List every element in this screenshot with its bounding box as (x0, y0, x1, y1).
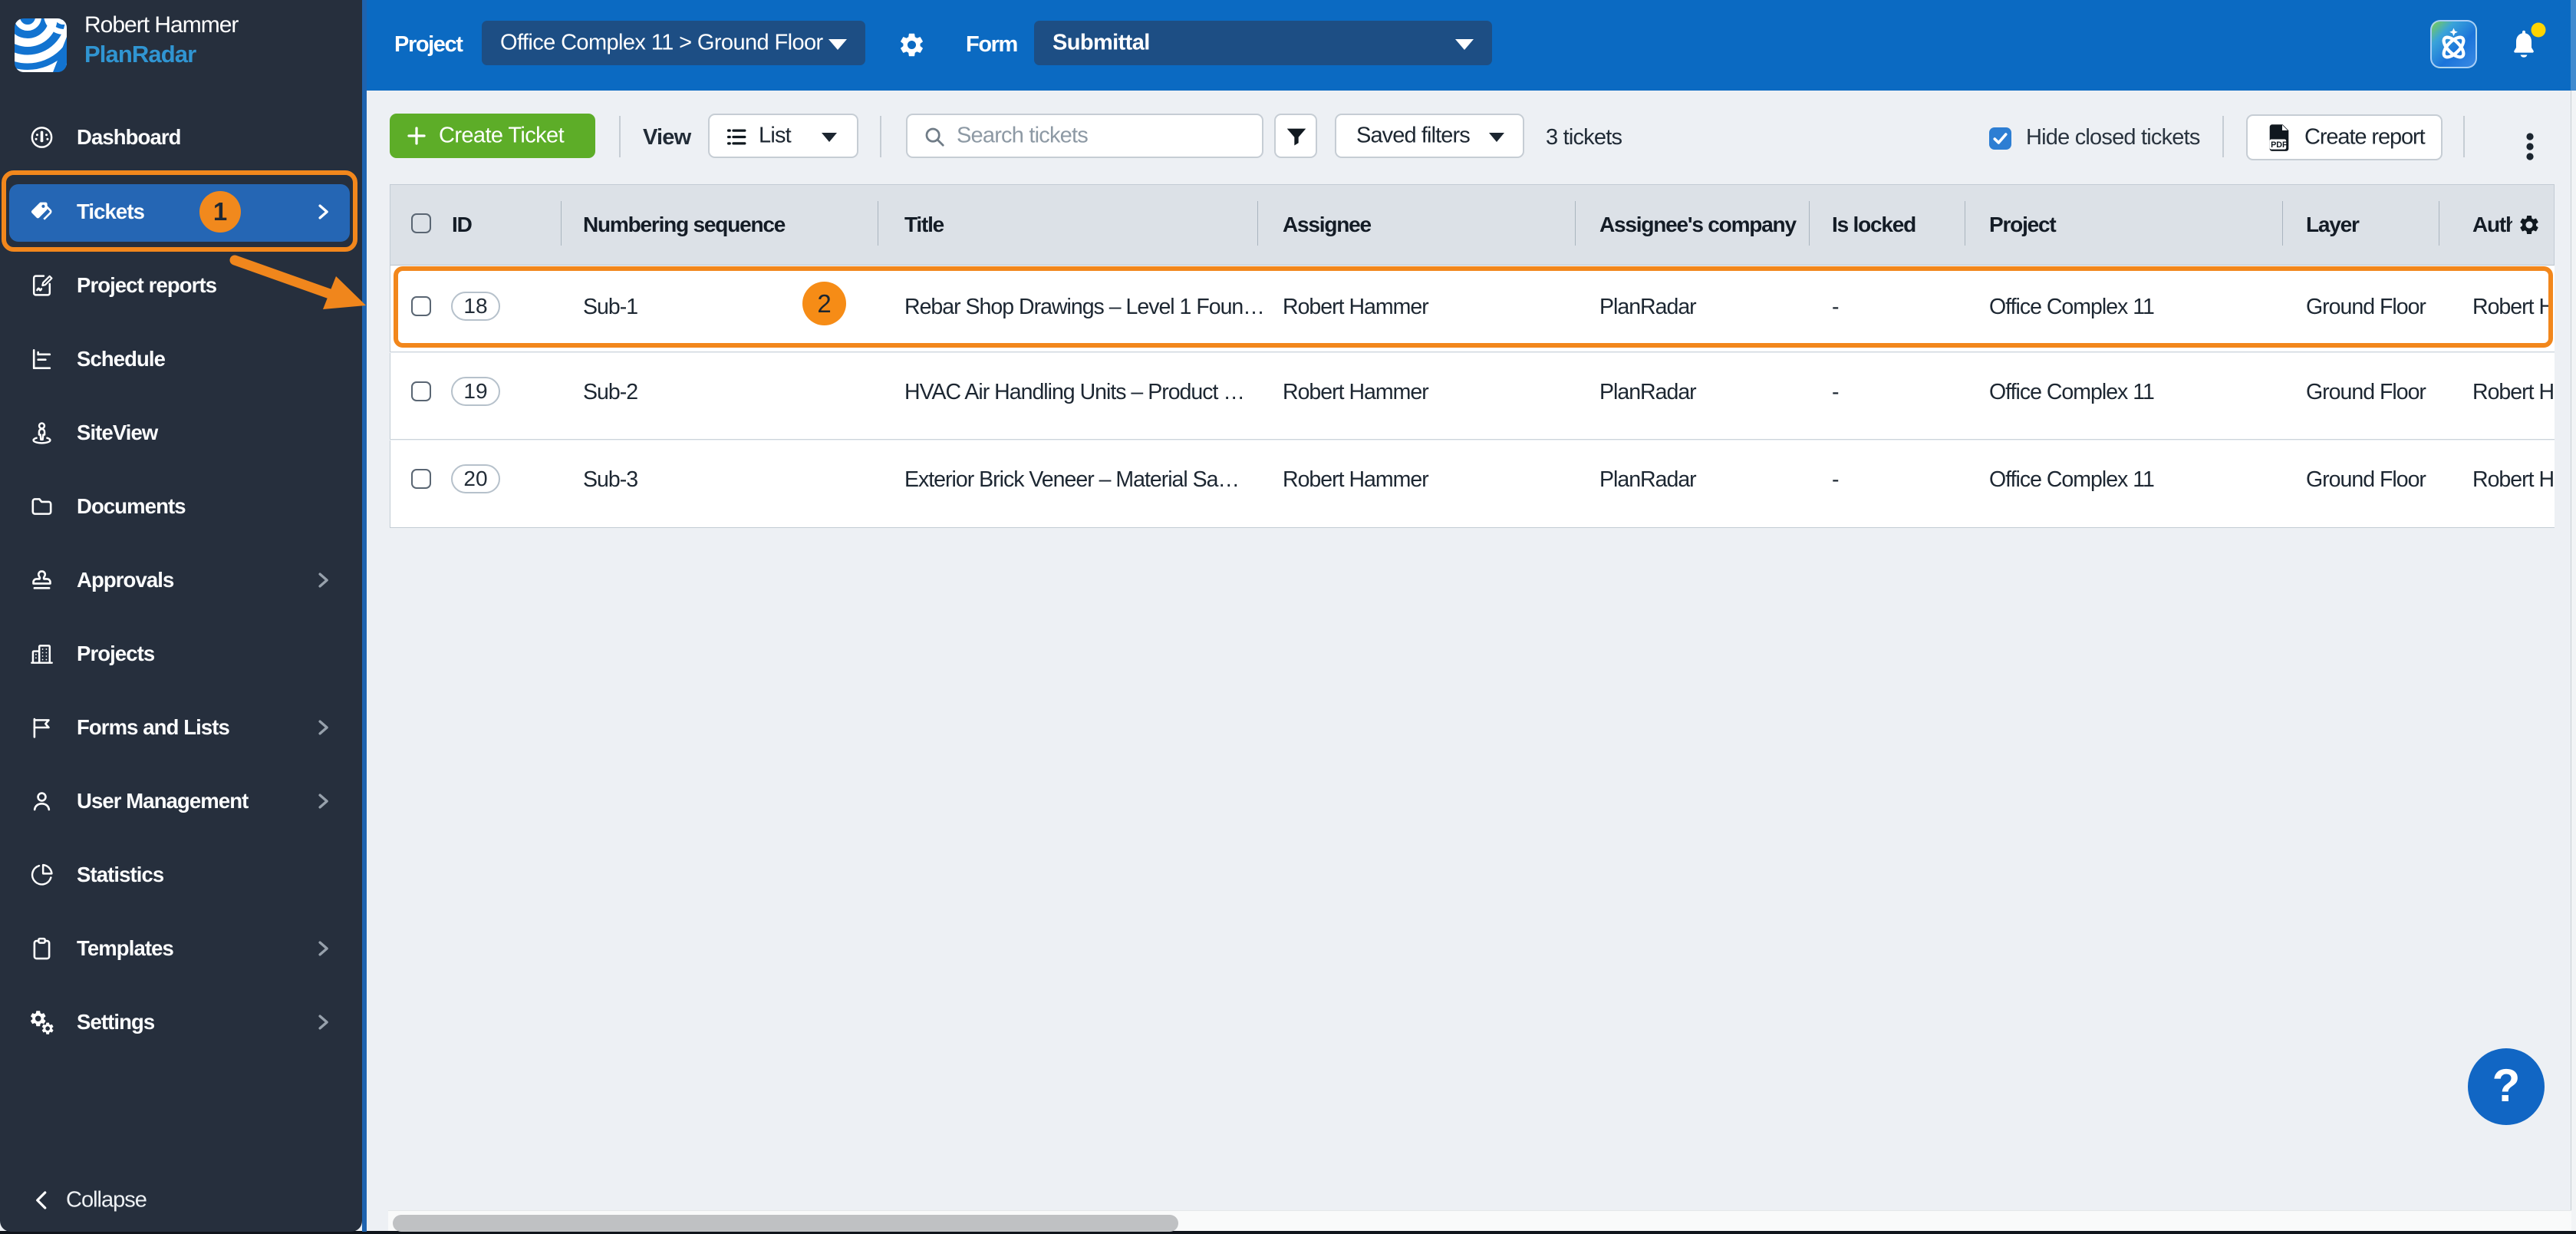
svg-text:PDF: PDF (2271, 140, 2288, 150)
